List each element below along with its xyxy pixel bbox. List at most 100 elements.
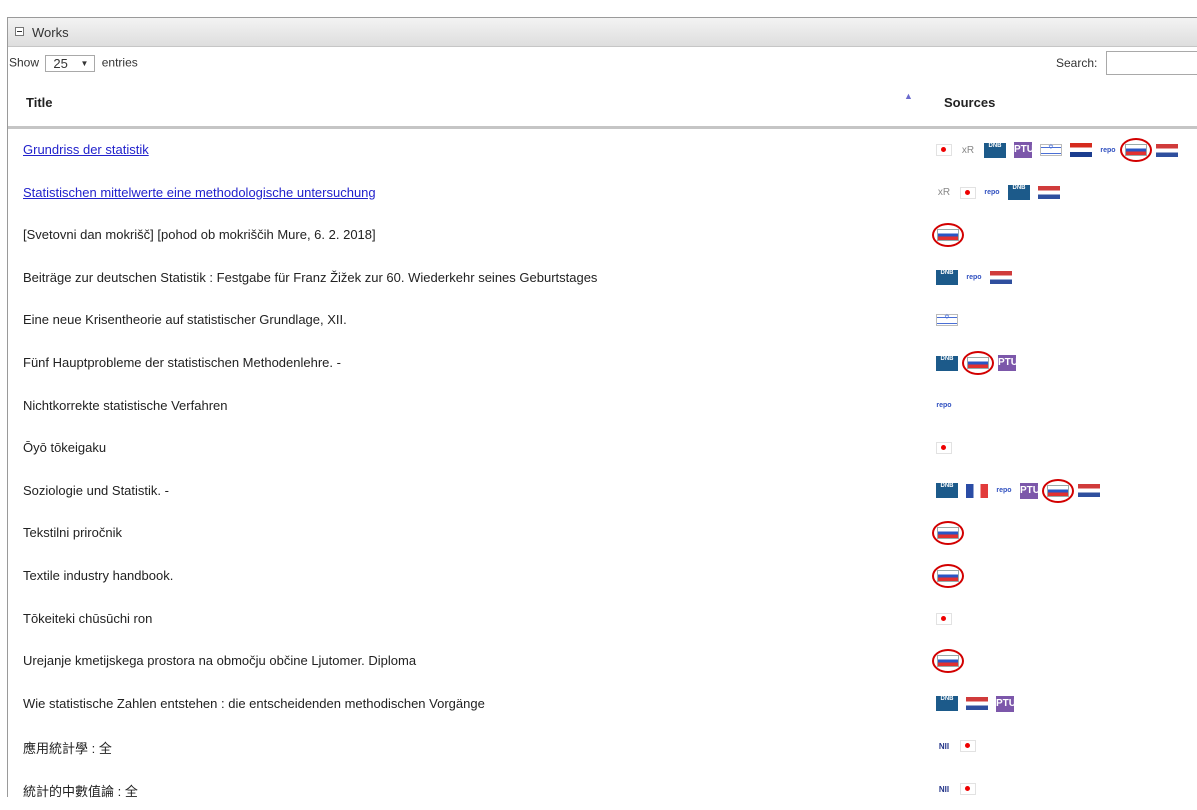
highlight-circle [962, 351, 994, 375]
highlight-circle [932, 564, 964, 588]
si-flag-icon[interactable] [1047, 484, 1069, 497]
nii-icon[interactable]: NII [936, 785, 952, 794]
length-suffix: entries [101, 55, 138, 70]
si-flag-icon[interactable] [937, 527, 959, 540]
highlight-circle [1120, 138, 1152, 162]
table-row: Ōyō tōkeigaku [8, 427, 1197, 469]
hr-flag-icon[interactable] [1070, 143, 1092, 157]
dnb-icon[interactable]: DNB [936, 270, 958, 286]
xr-icon[interactable]: xR [960, 145, 976, 156]
search-label: Search: [1056, 56, 1098, 70]
length-prefix: Show [9, 55, 40, 70]
nl-flag-icon[interactable] [966, 697, 988, 711]
dnb-icon[interactable]: DNB [936, 483, 958, 499]
repo-icon[interactable]: repo [936, 402, 952, 409]
sources-cell: DNB PTU [936, 350, 1024, 376]
sources-cell: DNB repo [936, 265, 1020, 291]
table-row: Fünf Hauptprobleme der statistischen Met… [8, 342, 1197, 384]
ptu-icon[interactable]: PTU [996, 695, 1016, 712]
sources-cell: repo [936, 393, 960, 419]
column-header-title[interactable]: Title [26, 95, 53, 110]
repo-icon[interactable]: repo [996, 487, 1012, 494]
jp-flag-icon[interactable] [960, 740, 976, 753]
panel-header[interactable]: Works [8, 18, 1197, 47]
dnb-icon[interactable]: DNB [1008, 185, 1030, 201]
nl-flag-icon[interactable] [990, 271, 1012, 285]
sources-cell: DNB PTU [936, 691, 1022, 717]
jp-flag-icon[interactable] [936, 144, 952, 156]
sources-cell [932, 222, 968, 248]
fr-flag-icon[interactable] [966, 483, 988, 498]
sources-cell [936, 435, 960, 461]
table-row: Wie statistische Zahlen entstehen : die … [8, 683, 1197, 725]
il-flag-icon[interactable] [936, 313, 958, 327]
nii-icon[interactable]: NII [936, 742, 952, 751]
table-row: Nichtkorrekte statistische Verfahren repo [8, 385, 1197, 427]
nl-flag-icon[interactable] [1078, 484, 1100, 498]
si-flag-icon[interactable] [967, 357, 989, 369]
repo-icon[interactable]: repo [984, 189, 1000, 196]
repo-icon[interactable]: repo [966, 274, 982, 281]
work-title: Nichtkorrekte statistische Verfahren [23, 397, 228, 413]
dnb-icon[interactable]: DNB [984, 142, 1006, 158]
work-title: Textile industry handbook. [23, 568, 174, 583]
si-flag-icon[interactable] [1125, 144, 1147, 156]
nl-flag-icon[interactable] [1156, 143, 1178, 157]
table-row: [Svetovni dan mokrišč] [pohod ob mokrišč… [8, 214, 1197, 256]
jp-flag-icon[interactable] [960, 783, 976, 795]
work-title: Ōyō tōkeigaku [23, 440, 107, 456]
work-title-link[interactable]: Statistischen mittelwerte eine methodolo… [23, 185, 376, 200]
table-row: Beiträge zur deutschen Statistik : Festg… [8, 257, 1197, 299]
length-menu: Show 25 ▼ entries [9, 55, 138, 72]
work-title: Tekstilni priročnik [23, 525, 122, 541]
highlight-circle [932, 223, 964, 248]
table-row: Tōkeiteki chūsūchi ron [8, 598, 1197, 640]
ptu-icon[interactable]: PTU [1020, 482, 1040, 499]
sources-cell [936, 606, 960, 632]
sources-cell: NII [936, 733, 984, 759]
sources-cell [936, 307, 966, 333]
si-flag-icon[interactable] [937, 570, 959, 582]
dnb-icon[interactable]: DNB [936, 355, 958, 371]
dnb-icon[interactable]: DNB [936, 696, 958, 712]
si-flag-icon[interactable] [937, 229, 959, 242]
collapse-icon[interactable] [15, 27, 24, 36]
sources-cell: xR repo DNB [936, 180, 1068, 206]
panel-title: Works [32, 25, 69, 40]
table-row: 應用統計學 : 全 NII [8, 725, 1197, 767]
work-title: Wie statistische Zahlen entstehen : die … [23, 695, 485, 711]
highlight-circle [932, 649, 964, 674]
table-row: Eine neue Krisentheorie auf statistische… [8, 299, 1197, 341]
xr-icon[interactable]: xR [936, 187, 952, 198]
entries-select[interactable]: 25 ▼ [45, 55, 96, 72]
jp-flag-icon[interactable] [936, 442, 952, 455]
sources-cell [932, 520, 968, 546]
work-title: Eine neue Krisentheorie auf statistische… [23, 312, 347, 328]
sources-cell: DNB repo PTU [936, 478, 1108, 504]
repo-icon[interactable]: repo [1100, 147, 1116, 154]
table-row: Soziologie und Statistik. - DNB repo PTU [8, 470, 1197, 512]
chevron-down-icon: ▼ [80, 59, 89, 68]
work-title: Soziologie und Statistik. - [23, 482, 169, 498]
ptu-icon[interactable]: PTU [1014, 142, 1034, 158]
si-flag-icon[interactable] [937, 655, 959, 668]
table-row: Statistischen mittelwerte eine methodolo… [8, 172, 1197, 214]
sources-cell: xR DNB PTU repo [936, 137, 1186, 163]
sort-ascending-icon[interactable]: ▲ [904, 91, 913, 101]
work-title-link[interactable]: Grundriss der statistik [23, 142, 149, 157]
column-header-sources[interactable]: Sources [944, 95, 995, 110]
table-row: Grundriss der statistik xR DNB PTU repo [8, 129, 1197, 171]
ptu-icon[interactable]: PTU [998, 355, 1018, 371]
search-input[interactable] [1106, 51, 1197, 75]
work-title: Tōkeiteki chūsūchi ron [23, 610, 153, 626]
work-title: Beiträge zur deutschen Statistik : Festg… [23, 269, 598, 285]
sources-cell [932, 648, 968, 674]
sources-cell: NII [936, 776, 984, 802]
table-row: 統計的中數值論 : 全 NII [8, 768, 1197, 810]
table-row: Tekstilni priročnik [8, 512, 1197, 554]
nl-flag-icon[interactable] [1038, 186, 1060, 200]
jp-flag-icon[interactable] [960, 186, 976, 199]
jp-flag-icon[interactable] [936, 612, 952, 625]
table-row: Urejanje kmetijskega prostora na območju… [8, 640, 1197, 682]
il-flag-icon[interactable] [1040, 143, 1062, 156]
